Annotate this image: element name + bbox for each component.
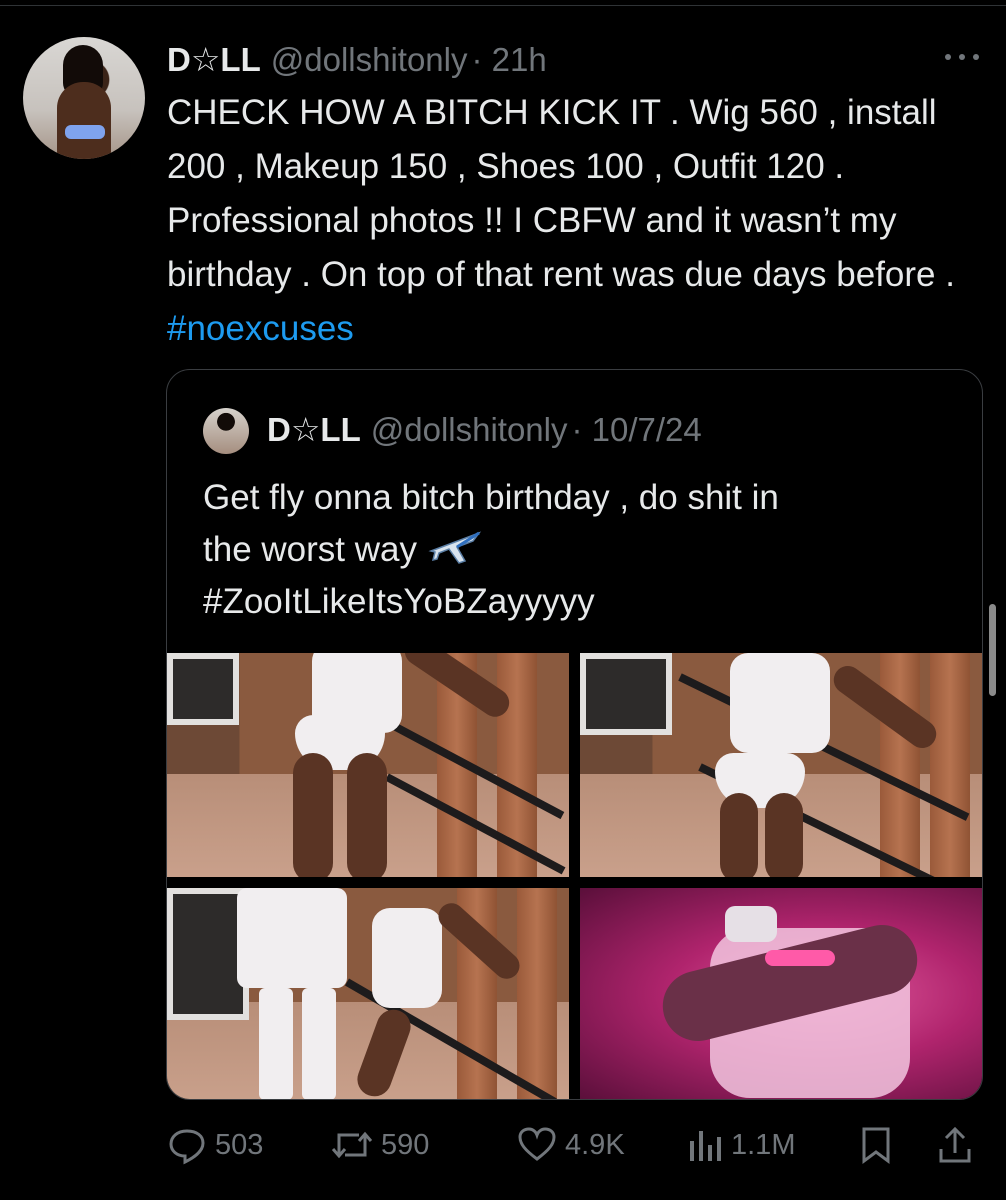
quoted-hashtag: #ZooItLikeItsYoBZayyyyy <box>203 582 595 621</box>
quoted-text-line2: the worst way <box>203 530 417 569</box>
avatar-outfit <box>65 125 105 139</box>
reply-button[interactable]: 503 <box>167 1118 263 1172</box>
heart-icon <box>517 1125 557 1165</box>
photo-3[interactable] <box>167 888 569 1099</box>
tweet-body: CHECK HOW A BITCH KICK IT . Wig 560 , in… <box>167 93 955 294</box>
photo-2[interactable] <box>580 653 982 877</box>
photo-pants <box>259 988 293 1099</box>
photo-leg <box>293 753 333 877</box>
views-button[interactable]: 1.1M <box>687 1118 795 1172</box>
photo-leg <box>720 793 758 877</box>
quoted-text: Get fly onna bitch birthday , do shit in… <box>203 472 963 628</box>
like-button[interactable]: 4.9K <box>517 1118 625 1172</box>
photo-plank <box>517 888 557 1099</box>
bookmark-icon <box>859 1125 893 1165</box>
quoted-header: D☆LL @dollshitonly · 10/7/24 <box>267 410 702 450</box>
photo-grid <box>167 653 982 1099</box>
hashtag-link[interactable]: #noexcuses <box>167 309 354 348</box>
photo-tshirt <box>237 888 347 988</box>
photo-plank <box>880 653 920 877</box>
tweet-text: CHECK HOW A BITCH KICK IT . Wig 560 , in… <box>167 86 967 356</box>
photo-4[interactable] <box>580 888 982 1099</box>
scrollbar[interactable] <box>989 604 996 696</box>
quoted-time: · 10/7/24 <box>571 411 702 448</box>
photo-door <box>167 653 239 725</box>
quoted-author-name: D☆LL <box>267 411 361 448</box>
avatar-figure <box>57 82 111 159</box>
airplane-icon <box>427 528 483 564</box>
author-name[interactable]: D☆LL <box>167 41 261 78</box>
photo-pants <box>302 988 336 1099</box>
photo-watch <box>725 906 777 942</box>
photo-1[interactable] <box>167 653 569 877</box>
repost-count: 590 <box>381 1129 430 1161</box>
quoted-author-avatar[interactable] <box>203 408 249 454</box>
tweet-time[interactable]: · 21h <box>472 41 547 78</box>
photo-plank <box>930 653 970 877</box>
quoted-tweet[interactable]: D☆LL @dollshitonly · 10/7/24 Get fly onna … <box>166 369 983 1100</box>
photo-shirt <box>372 908 442 1008</box>
quoted-text-line: Get fly onna bitch birthday , do shit in <box>203 478 779 517</box>
like-count: 4.9K <box>565 1129 625 1161</box>
tweet-header: D☆LL @dollshitonly · 21h <box>167 40 547 80</box>
photo-shirt <box>730 653 830 753</box>
author-handle[interactable]: @dollshitonly <box>271 41 468 78</box>
top-divider <box>0 5 1006 6</box>
views-count: 1.1M <box>731 1129 796 1161</box>
share-button[interactable] <box>937 1118 973 1172</box>
author-avatar[interactable] <box>23 37 145 159</box>
action-bar: 503 590 4.9K 1.1M <box>167 1118 987 1172</box>
share-icon <box>937 1125 973 1165</box>
repost-icon <box>331 1125 373 1165</box>
photo-wristband <box>765 950 835 966</box>
photo-leg <box>347 753 387 877</box>
reply-icon <box>167 1125 207 1165</box>
repost-button[interactable]: 590 <box>331 1118 429 1172</box>
views-icon <box>687 1125 723 1165</box>
photo-door <box>580 653 672 735</box>
quoted-text-line: the worst way <box>203 524 963 576</box>
more-horizontal-icon[interactable] <box>942 45 982 69</box>
quoted-author-handle: @dollshitonly <box>370 411 568 448</box>
reply-count: 503 <box>215 1129 264 1161</box>
photo-leg <box>765 793 803 877</box>
bookmark-button[interactable] <box>859 1118 893 1172</box>
